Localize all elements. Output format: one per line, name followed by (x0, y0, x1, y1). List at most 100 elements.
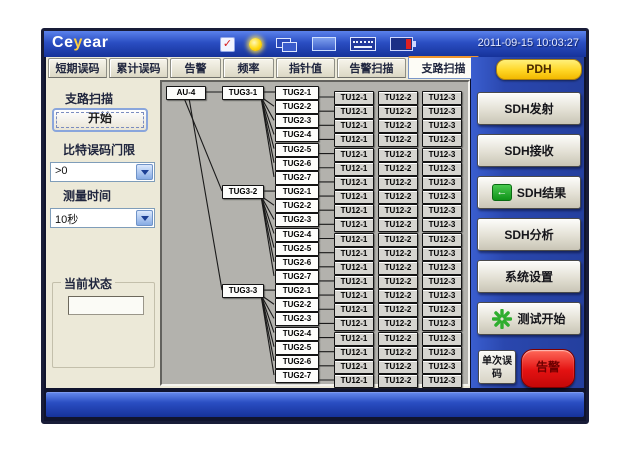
sidebar-button-测试开始[interactable]: 测试开始 (477, 302, 581, 335)
tree-node-tu12-3[interactable]: TU12-3 (422, 162, 462, 176)
tree-node-tu12-2[interactable]: TU12-2 (378, 218, 418, 232)
tree-node-tu12-3[interactable]: TU12-3 (422, 91, 462, 105)
tab-频率[interactable]: 频率 (223, 58, 274, 78)
tree-node-tu12-1[interactable]: TU12-1 (334, 261, 374, 275)
tree-node-tu12-2[interactable]: TU12-2 (378, 360, 418, 374)
tree-node-tu12-1[interactable]: TU12-1 (334, 275, 374, 289)
tree-node-tug2-7[interactable]: TUG2-7 (275, 270, 319, 284)
tree-node-tu12-3[interactable]: TU12-3 (422, 374, 462, 388)
tab-累计误码[interactable]: 累计误码 (109, 58, 168, 78)
tree-node-tu12-2[interactable]: TU12-2 (378, 91, 418, 105)
tree-node-tu12-1[interactable]: TU12-1 (334, 218, 374, 232)
tree-node-tu12-1[interactable]: TU12-1 (334, 346, 374, 360)
tree-node-tu12-3[interactable]: TU12-3 (422, 332, 462, 346)
threshold-select[interactable]: >0 (50, 162, 155, 182)
tree-node-tu12-1[interactable]: TU12-1 (334, 105, 374, 119)
tree-node-tu12-1[interactable]: TU12-1 (334, 317, 374, 331)
tree-node-tu12-1[interactable]: TU12-1 (334, 148, 374, 162)
tree-node-tu12-1[interactable]: TU12-1 (334, 289, 374, 303)
tab-告警[interactable]: 告警 (170, 58, 221, 78)
tree-node-tug2-5[interactable]: TUG2-5 (275, 341, 319, 355)
tree-node-tu12-1[interactable]: TU12-1 (334, 176, 374, 190)
chevron-down-icon[interactable] (136, 210, 153, 226)
tree-node-tu12-3[interactable]: TU12-3 (422, 275, 462, 289)
tree-node-tu12-2[interactable]: TU12-2 (378, 346, 418, 360)
tree-node-tu12-3[interactable]: TU12-3 (422, 190, 462, 204)
tree-node-tu12-1[interactable]: TU12-1 (334, 190, 374, 204)
tree-node-tug2-5[interactable]: TUG2-5 (275, 242, 319, 256)
tree-node-tug2-1[interactable]: TUG2-1 (275, 185, 319, 199)
tree-node-tu12-2[interactable]: TU12-2 (378, 303, 418, 317)
tree-node-tu12-3[interactable]: TU12-3 (422, 247, 462, 261)
tree-node-tu12-2[interactable]: TU12-2 (378, 105, 418, 119)
sidebar-button-SDH接收[interactable]: SDH接收 (477, 134, 581, 167)
sidebar-button-SDH分析[interactable]: SDH分析 (477, 218, 581, 251)
battery-icon[interactable] (390, 37, 413, 51)
tree-node-tu12-2[interactable]: TU12-2 (378, 332, 418, 346)
tree-node-tug2-2[interactable]: TUG2-2 (275, 100, 319, 114)
tab-支路扫描[interactable]: 支路扫描 (408, 56, 479, 79)
tree-node-tu12-3[interactable]: TU12-3 (422, 204, 462, 218)
tree-node-tug3-2[interactable]: TUG3-2 (222, 185, 264, 199)
cascade-windows-icon[interactable] (276, 38, 298, 51)
tree-node-tu12-1[interactable]: TU12-1 (334, 247, 374, 261)
tree-node-tug2-4[interactable]: TUG2-4 (275, 228, 319, 242)
tree-node-tu12-2[interactable]: TU12-2 (378, 176, 418, 190)
tree-node-tug2-3[interactable]: TUG2-3 (275, 114, 319, 128)
tree-node-tu12-2[interactable]: TU12-2 (378, 317, 418, 331)
tree-node-tu12-2[interactable]: TU12-2 (378, 133, 418, 147)
tree-node-tug2-1[interactable]: TUG2-1 (275, 284, 319, 298)
tree-node-tug2-4[interactable]: TUG2-4 (275, 128, 319, 142)
tree-node-tu12-1[interactable]: TU12-1 (334, 303, 374, 317)
tree-node-tu12-1[interactable]: TU12-1 (334, 233, 374, 247)
tree-node-tu12-3[interactable]: TU12-3 (422, 176, 462, 190)
tree-node-tug2-2[interactable]: TUG2-2 (275, 199, 319, 213)
single-error-button[interactable]: 单次误码 (478, 350, 516, 384)
tab-短期误码[interactable]: 短期误码 (48, 58, 107, 78)
tree-node-tug2-3[interactable]: TUG2-3 (275, 213, 319, 227)
tree-node-tug3-1[interactable]: TUG3-1 (222, 86, 264, 100)
tree-node-tu12-3[interactable]: TU12-3 (422, 133, 462, 147)
tree-node-tu12-3[interactable]: TU12-3 (422, 261, 462, 275)
pdh-button[interactable]: PDH (496, 59, 582, 80)
tree-node-tu12-1[interactable]: TU12-1 (334, 91, 374, 105)
tree-node-tu12-1[interactable]: TU12-1 (334, 332, 374, 346)
sidebar-button-系统设置[interactable]: 系统设置 (477, 260, 581, 293)
tree-node-tu12-1[interactable]: TU12-1 (334, 162, 374, 176)
brightness-icon[interactable] (249, 38, 262, 51)
tree-node-tug2-1[interactable]: TUG2-1 (275, 86, 319, 100)
tree-node-tug2-6[interactable]: TUG2-6 (275, 256, 319, 270)
tree-node-tu12-3[interactable]: TU12-3 (422, 148, 462, 162)
tree-node-tu12-2[interactable]: TU12-2 (378, 233, 418, 247)
tree-node-tug2-2[interactable]: TUG2-2 (275, 298, 319, 312)
tree-node-tu12-2[interactable]: TU12-2 (378, 119, 418, 133)
tree-node-tu12-1[interactable]: TU12-1 (334, 119, 374, 133)
tree-node-tu12-1[interactable]: TU12-1 (334, 374, 374, 388)
tree-node-tu12-2[interactable]: TU12-2 (378, 261, 418, 275)
tree-node-tug2-4[interactable]: TUG2-4 (275, 327, 319, 341)
tree-node-tug2-7[interactable]: TUG2-7 (275, 171, 319, 185)
window-icon[interactable] (312, 37, 336, 51)
tree-node-tu12-3[interactable]: TU12-3 (422, 360, 462, 374)
tree-node-tug2-3[interactable]: TUG2-3 (275, 312, 319, 326)
tree-node-tug3-3[interactable]: TUG3-3 (222, 284, 264, 298)
tree-node-tu12-2[interactable]: TU12-2 (378, 374, 418, 388)
sidebar-button-SDH发射[interactable]: SDH发射 (477, 92, 581, 125)
tree-node-tu12-2[interactable]: TU12-2 (378, 204, 418, 218)
keyboard-icon[interactable] (350, 37, 376, 51)
chevron-down-icon[interactable] (136, 164, 153, 180)
tree-node-tu12-3[interactable]: TU12-3 (422, 289, 462, 303)
tree-node-tu12-2[interactable]: TU12-2 (378, 275, 418, 289)
tree-node-tu12-2[interactable]: TU12-2 (378, 289, 418, 303)
tree-node-tug2-7[interactable]: TUG2-7 (275, 369, 319, 383)
start-button[interactable]: 开始 (52, 108, 148, 132)
tab-指针值[interactable]: 指针值 (276, 58, 335, 78)
tree-node-tu12-3[interactable]: TU12-3 (422, 317, 462, 331)
alarm-button[interactable]: 告警 (521, 349, 575, 388)
tree-node-tu12-3[interactable]: TU12-3 (422, 119, 462, 133)
tree-node-tu12-3[interactable]: TU12-3 (422, 218, 462, 232)
tree-node-au-4[interactable]: AU-4 (166, 86, 206, 100)
check-icon[interactable]: ✓ (220, 37, 235, 52)
tree-node-tu12-3[interactable]: TU12-3 (422, 105, 462, 119)
tree-node-tu12-3[interactable]: TU12-3 (422, 303, 462, 317)
